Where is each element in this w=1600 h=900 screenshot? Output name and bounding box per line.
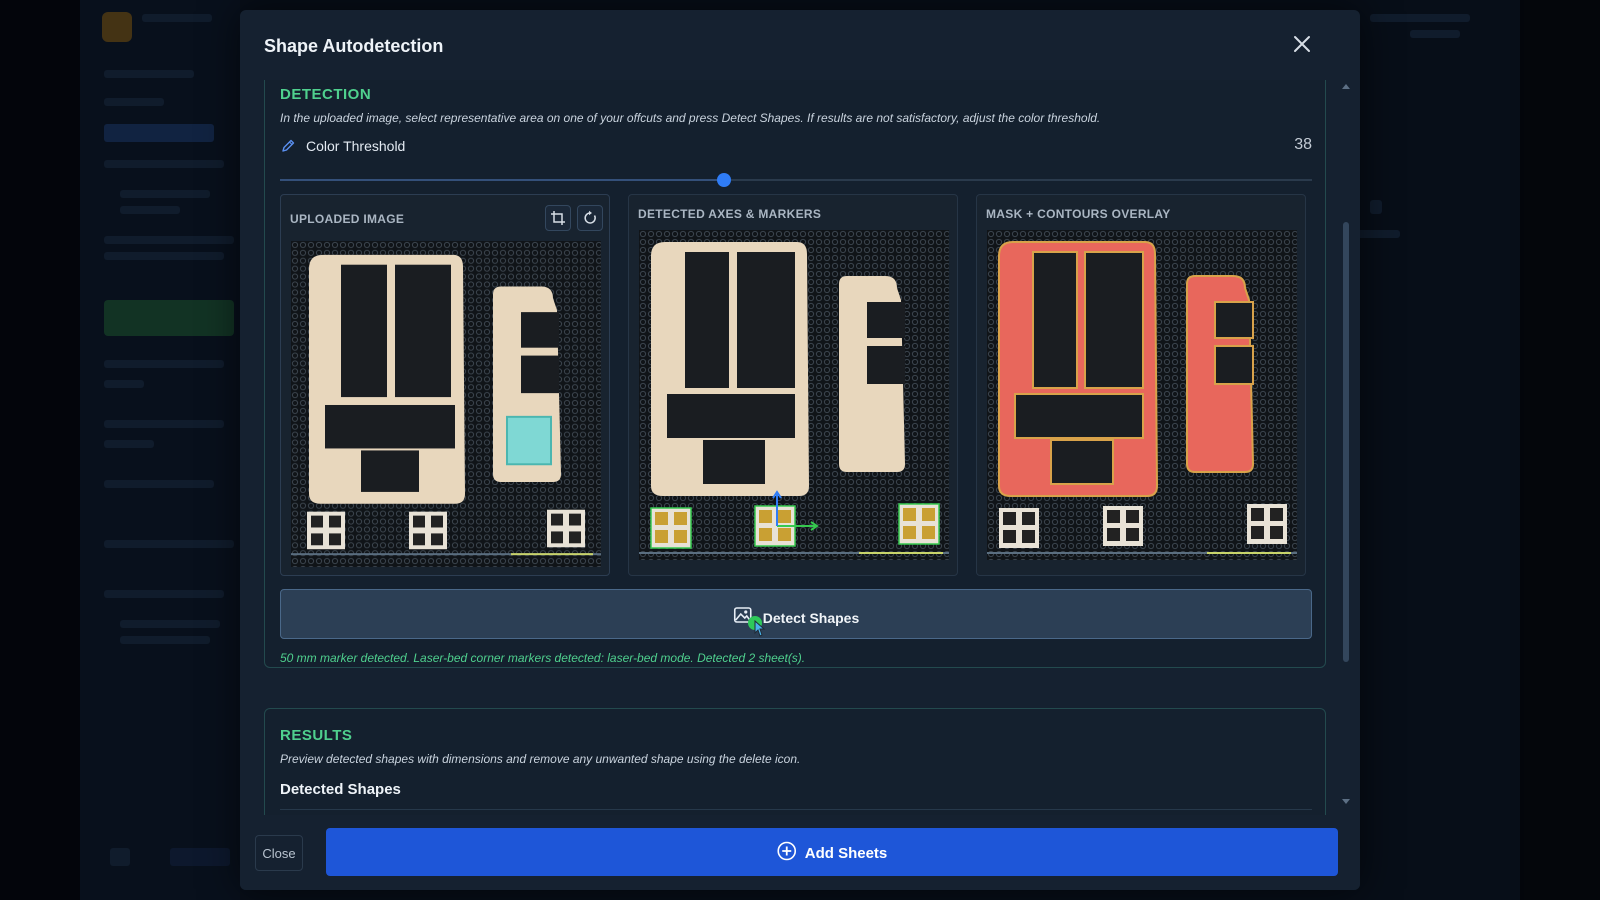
- detected-axes-markers-photo: [639, 230, 949, 560]
- color-threshold-label: Color Threshold: [306, 138, 406, 154]
- close-icon[interactable]: [1290, 32, 1314, 56]
- mouse-cursor-icon: [748, 616, 766, 637]
- rotate-button[interactable]: [577, 205, 603, 231]
- color-threshold-slider[interactable]: [280, 173, 1312, 187]
- detected-shapes-heading: Detected Shapes: [280, 781, 401, 798]
- detection-title: DETECTION: [280, 86, 372, 103]
- selection-rectangle[interactable]: [506, 415, 552, 466]
- results-section: RESULTS Preview detected shapes with dim…: [264, 708, 1326, 815]
- panel-title: DETECTED AXES & MARKERS: [638, 207, 822, 221]
- slider-fill: [280, 179, 724, 181]
- plus-circle-icon: [777, 841, 797, 866]
- scrollbar-thumb[interactable]: [1343, 222, 1349, 662]
- results-description: Preview detected shapes with dimensions …: [280, 752, 801, 766]
- panel-title: UPLOADED IMAGE: [290, 212, 405, 226]
- detect-shapes-label: Detect Shapes: [762, 609, 860, 626]
- detection-description: In the uploaded image, select representa…: [280, 111, 1101, 125]
- results-divider: [280, 809, 1312, 810]
- modal-scroll-area[interactable]: DETECTION In the uploaded image, select …: [240, 80, 1350, 815]
- pen-icon: [280, 138, 296, 154]
- uploaded-offcut-photo[interactable]: [291, 241, 601, 567]
- uploaded-image-panel: UPLOADED IMAGE: [280, 194, 610, 576]
- detect-shapes-button[interactable]: Detect Shapes: [280, 589, 1312, 639]
- panel-title: MASK + CONTOURS OVERLAY: [986, 207, 1171, 221]
- results-title: RESULTS: [280, 727, 353, 744]
- shape-autodetection-modal: Shape Autodetection DETECTION In the upl…: [240, 10, 1360, 890]
- add-sheets-label: Add Sheets: [804, 845, 888, 862]
- detected-axes-panel: DETECTED AXES & MARKERS: [628, 194, 958, 576]
- crop-button[interactable]: [545, 205, 571, 231]
- add-sheets-button[interactable]: Add Sheets: [326, 828, 1338, 876]
- close-button[interactable]: Close: [255, 835, 303, 871]
- modal-title: Shape Autodetection: [264, 36, 444, 56]
- slider-thumb[interactable]: [716, 173, 731, 187]
- scroll-down-arrow-icon[interactable]: [1342, 799, 1350, 804]
- rotate-icon: [584, 210, 596, 224]
- mask-contours-overlay-photo: [987, 230, 1297, 560]
- color-threshold-row: Color Threshold 38: [280, 136, 1312, 158]
- modal-footer: Close Add Sheets: [240, 815, 1360, 890]
- detection-section: DETECTION In the uploaded image, select …: [264, 80, 1326, 668]
- scroll-up-arrow-icon[interactable]: [1342, 84, 1350, 89]
- mask-contours-panel: MASK + CONTOURS OVERLAY: [976, 194, 1306, 576]
- modal-scrollbar[interactable]: [1342, 82, 1350, 812]
- detection-status: 50 mm marker detected. Laser-bed corner …: [280, 651, 806, 665]
- crop-icon: [551, 211, 565, 225]
- color-threshold-value: 38: [1294, 136, 1312, 153]
- modal-header: Shape Autodetection: [240, 10, 1360, 80]
